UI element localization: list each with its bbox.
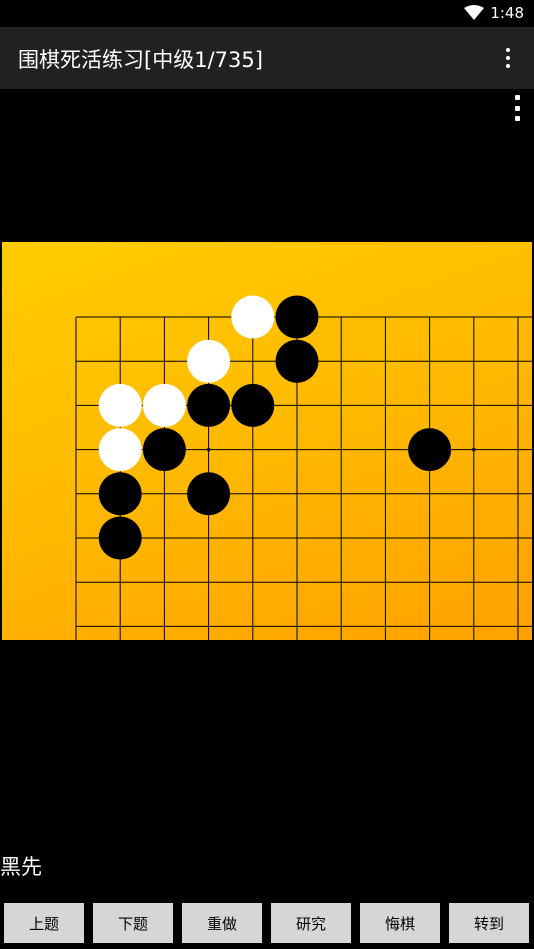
go-board[interactable] <box>2 242 532 640</box>
bottom-toolbar: 上题 下题 重做 研究 悔棋 转到 <box>0 900 534 949</box>
app-title: 围棋死活练习[中级1/735] <box>18 48 263 72</box>
white-stone <box>231 295 275 339</box>
star-point <box>206 447 211 452</box>
black-stone <box>98 516 142 560</box>
undo-button[interactable]: 悔棋 <box>360 903 440 943</box>
status-bar: 1:48 <box>0 0 534 27</box>
white-stone <box>142 383 186 427</box>
white-stone <box>187 339 231 383</box>
wifi-icon <box>464 5 484 20</box>
black-stone <box>187 472 231 516</box>
study-button[interactable]: 研究 <box>271 903 351 943</box>
board-grid[interactable] <box>2 242 532 640</box>
black-stone <box>142 428 186 472</box>
black-stone <box>98 472 142 516</box>
black-stone <box>275 339 319 383</box>
redo-button[interactable]: 重做 <box>182 903 262 943</box>
prev-problem-button[interactable]: 上题 <box>4 903 84 943</box>
board-menu-icon[interactable] <box>510 95 524 121</box>
black-stone <box>408 428 452 472</box>
next-problem-button[interactable]: 下题 <box>93 903 173 943</box>
black-stone <box>187 383 231 427</box>
more-vert-icon[interactable] <box>496 46 520 70</box>
white-stone <box>98 428 142 472</box>
goto-button[interactable]: 转到 <box>449 903 529 943</box>
white-stone <box>98 383 142 427</box>
app-bar: 围棋死活练习[中级1/735] <box>0 27 534 89</box>
black-stone <box>231 383 275 427</box>
star-point <box>472 447 476 452</box>
turn-prompt: 黑先 <box>0 855 42 879</box>
status-time: 1:48 <box>490 4 524 22</box>
black-stone <box>275 295 319 339</box>
